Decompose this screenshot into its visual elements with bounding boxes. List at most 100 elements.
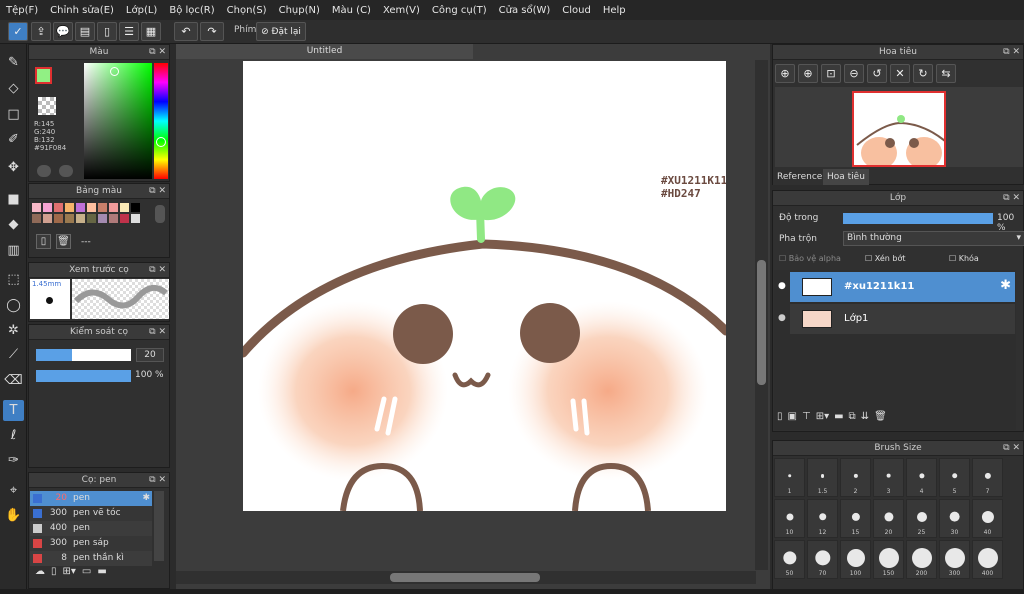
brush-size-cell[interactable]: 50 xyxy=(774,540,805,579)
brush-opacity-slider[interactable] xyxy=(36,370,131,382)
protect-alpha-checkbox[interactable]: ☐ Bảo vệ alpha xyxy=(779,254,841,263)
blur-tool-icon[interactable]: ✑ xyxy=(3,450,24,471)
layer-visible-icon[interactable]: ● xyxy=(778,313,786,323)
magic-wand-tool-icon[interactable]: ✲ xyxy=(3,320,24,341)
navigator-preview[interactable] xyxy=(775,87,1023,167)
folder-icon[interactable]: ▬ xyxy=(834,411,843,429)
layer-visible-icon[interactable]: ● xyxy=(778,281,786,291)
menu-item[interactable]: Công cụ(T) xyxy=(426,5,493,16)
rotate-left-icon[interactable]: ↺ xyxy=(867,64,887,83)
palette-swatch[interactable] xyxy=(98,214,107,223)
pen-tool-icon[interactable]: ✐ xyxy=(3,129,24,150)
brush-size-cell[interactable]: 70 xyxy=(807,540,838,579)
menu-item[interactable]: Tệp(F) xyxy=(0,5,44,16)
zoom-out-icon[interactable]: ⊖ xyxy=(844,64,864,83)
layer-row-selected[interactable]: #xu1211k11 ✱ xyxy=(790,272,1015,302)
tab-reference[interactable]: Reference xyxy=(773,169,827,185)
brush-size-cell[interactable]: 40 xyxy=(972,499,1003,538)
palette-swatch[interactable] xyxy=(54,203,63,212)
navigator-viewport[interactable] xyxy=(852,91,946,167)
hand-tool-icon[interactable]: ✋ xyxy=(3,505,24,526)
brush-size-cell[interactable]: 30 xyxy=(939,499,970,538)
palette-swatch[interactable] xyxy=(87,203,96,212)
brush-size-slider[interactable] xyxy=(36,349,131,361)
palette-swatch[interactable] xyxy=(43,203,52,212)
saturation-field[interactable] xyxy=(84,63,152,179)
menu-item[interactable]: Chọn(S) xyxy=(221,5,273,16)
brush-new-icon[interactable]: ▯ xyxy=(51,566,57,584)
brush-tool-icon[interactable]: ✎ xyxy=(3,52,24,73)
canvas-hscroll-thumb[interactable] xyxy=(390,573,540,582)
palette-swatch[interactable] xyxy=(32,203,41,212)
rect-tool-icon[interactable]: □ xyxy=(3,104,24,125)
clipping-checkbox[interactable]: ☐ Xén bớt xyxy=(865,254,905,263)
blend-select[interactable]: Bình thường ▾ xyxy=(843,231,1024,246)
bucket-tool-icon[interactable]: ◆ xyxy=(3,214,24,235)
brush-size-cell[interactable]: 5 xyxy=(939,458,970,497)
brush-list-item[interactable]: 20 pen ✱ xyxy=(30,491,152,506)
eyedropper-tool-icon[interactable]: ⌖ xyxy=(3,480,24,501)
brush-size-cell[interactable]: 150 xyxy=(873,540,904,579)
palette-swatch[interactable] xyxy=(43,214,52,223)
palette-swatch[interactable] xyxy=(131,203,140,212)
select-eraser-tool-icon[interactable]: ⌫ xyxy=(3,370,24,391)
palette-swatch[interactable] xyxy=(32,214,41,223)
brush-size-cell[interactable]: 3 xyxy=(873,458,904,497)
brush-size-cell[interactable]: 15 xyxy=(840,499,871,538)
menu-item[interactable]: Cloud xyxy=(556,5,597,16)
brush-size-cell[interactable]: 7 xyxy=(972,458,1003,497)
brush-cloud-icon[interactable]: ☁ xyxy=(35,566,45,584)
color-wheel-icon[interactable] xyxy=(37,165,51,177)
undo-icon[interactable]: ↶ xyxy=(174,22,198,41)
brush-list-item[interactable]: 300 pen sáp xyxy=(30,536,152,551)
select-pen-tool-icon[interactable]: ⟋ xyxy=(3,344,24,365)
eraser-tool-icon[interactable]: ◇ xyxy=(3,78,24,99)
brush-size-cell[interactable]: 100 xyxy=(840,540,871,579)
brush-size-cell[interactable]: 20 xyxy=(873,499,904,538)
reset-button[interactable]: ⊘ Đặt lại xyxy=(256,22,306,41)
text-layer-icon[interactable]: ⊤ xyxy=(802,411,811,429)
delete-palette-icon[interactable]: 🗑 xyxy=(56,234,71,249)
hue-slider[interactable] xyxy=(154,63,168,179)
brush-folder-icon[interactable]: ▬ xyxy=(97,566,106,584)
canvas-vscroll-thumb[interactable] xyxy=(757,260,766,385)
trash-icon[interactable]: 🗑 xyxy=(874,411,887,429)
brush-list-item[interactable]: 8 pen thần kì xyxy=(30,551,152,566)
redo-icon[interactable]: ↷ xyxy=(200,22,224,41)
menu-item[interactable]: Help xyxy=(597,5,632,16)
palette-swatch[interactable] xyxy=(131,214,140,223)
brush-add-icon[interactable]: ⊞▾ xyxy=(63,566,76,584)
brush-list-item[interactable]: 300 pen vẽ tóc xyxy=(30,506,152,521)
menu-item[interactable]: Xem(V) xyxy=(377,5,426,16)
palette-swatch[interactable] xyxy=(76,203,85,212)
layer-row[interactable]: Lớp1 xyxy=(790,304,1015,334)
lock-checkbox[interactable]: ☐ Khóa xyxy=(949,254,979,263)
copy-layer-icon[interactable]: ▣ xyxy=(788,411,797,429)
brush-size-cell[interactable]: 1 xyxy=(774,458,805,497)
brush-size-cell[interactable]: 300 xyxy=(939,540,970,579)
document-icon[interactable]: ▯ xyxy=(97,22,117,41)
menu-item[interactable]: Bộ lọc(R) xyxy=(163,5,220,16)
canvas-tab[interactable]: Untitled xyxy=(176,44,473,59)
layer-opacity-slider[interactable] xyxy=(843,213,993,224)
palette-swatch[interactable] xyxy=(54,214,63,223)
brush-size-cell[interactable]: 400 xyxy=(972,540,1003,579)
lasso-tool-icon[interactable]: ◯ xyxy=(3,295,24,316)
palette-scroll[interactable] xyxy=(155,205,165,223)
brush-copy-icon[interactable]: ▭ xyxy=(82,566,91,584)
menu-item[interactable]: Chụp(N) xyxy=(273,5,326,16)
flip-icon[interactable]: ⇆ xyxy=(936,64,956,83)
gradient-tool-icon[interactable]: ▥ xyxy=(3,240,24,261)
reset-view-icon[interactable]: ✕ xyxy=(890,64,910,83)
new-palette-icon[interactable]: ▯ xyxy=(36,234,51,249)
move-tool-icon[interactable]: ✥ xyxy=(3,157,24,178)
brush-size-value[interactable]: 20 xyxy=(136,348,164,362)
palette-swatch[interactable] xyxy=(65,203,74,212)
canvas-hscroll[interactable] xyxy=(176,571,756,584)
palette-swatch[interactable] xyxy=(76,214,85,223)
transparent-color[interactable] xyxy=(38,97,56,115)
tab-navigator[interactable]: Hoa tiêu xyxy=(823,169,869,185)
color-swap-icon[interactable] xyxy=(59,165,73,177)
lasso-fill-tool-icon[interactable]: ℓ xyxy=(3,425,24,446)
fill-rect-tool-icon[interactable]: ■ xyxy=(3,189,24,210)
